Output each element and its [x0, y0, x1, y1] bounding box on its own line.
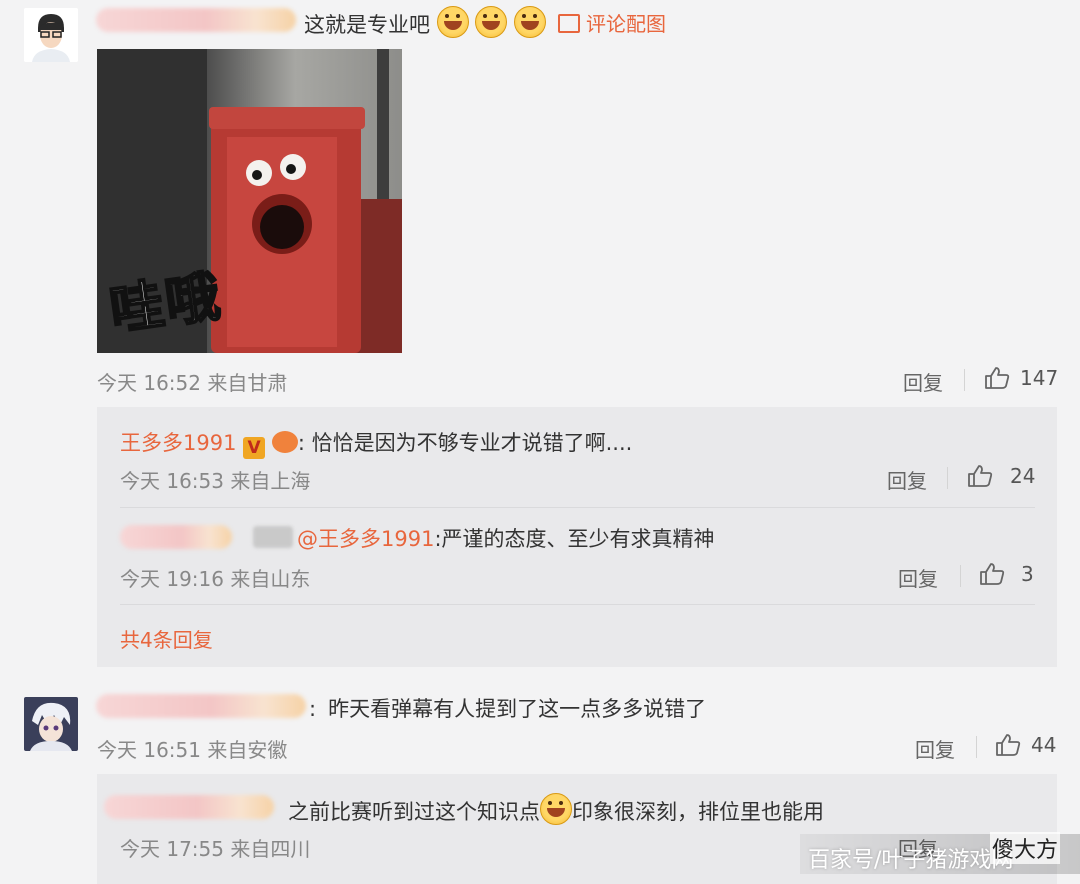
member-badge-icon [271, 431, 298, 453]
divider [960, 565, 961, 587]
comment-text: 这就是专业吧 [304, 6, 547, 39]
author-name-blurred[interactable] [96, 694, 306, 718]
thumb-up-icon[interactable] [984, 366, 1010, 394]
reply-author-blurred[interactable] [104, 795, 274, 819]
laugh-emoji-icon [540, 793, 572, 825]
like-count: 24 [1010, 464, 1036, 488]
smile-emoji-icon [514, 6, 547, 38]
comment-text: : 昨天看弹幕有人提到了这一点多多说错了 [309, 697, 707, 721]
divider [120, 604, 1035, 605]
divider [976, 736, 977, 758]
comment-meta: 今天 16:51 来自安徽 [97, 738, 288, 762]
verified-v-icon: V [243, 437, 266, 459]
reply-author[interactable]: 王多多1991 [120, 431, 236, 455]
like-count: 147 [1020, 366, 1059, 390]
reply-item: 王多多1991 V : 恰恰是因为不够专业才说错了啊.... [120, 431, 633, 459]
image-icon [558, 14, 580, 33]
reply-item: @王多多1991:严谨的态度、至少有求真精神 [297, 527, 715, 551]
reply-meta: 今天 19:16 来自山东 [120, 567, 311, 591]
reply-meta: 今天 17:55 来自四川 [120, 837, 311, 861]
reply-button[interactable]: 回复 [887, 465, 927, 494]
reply-button[interactable]: 回复 [915, 734, 955, 763]
avatar[interactable] [24, 697, 78, 751]
image-caption: 哇哦 [105, 263, 227, 343]
like-count: 3 [1021, 562, 1034, 586]
divider [120, 507, 1035, 508]
thumb-up-icon[interactable] [979, 562, 1005, 590]
reply-meta: 今天 16:53 来自上海 [120, 469, 311, 493]
reply-item: 之前比赛听到过这个知识点 印象很深刻，排位里也能用 [288, 793, 824, 826]
reply-button[interactable]: 回复 [903, 367, 943, 396]
comment-image-link[interactable]: 评论配图 [558, 8, 666, 37]
comment-meta: 今天 16:52 来自甘肃 [97, 371, 288, 395]
smile-emoji-icon [475, 6, 508, 38]
comment-image[interactable]: 哇哦 [97, 49, 402, 353]
thumb-up-icon[interactable] [967, 464, 993, 492]
mention-link[interactable]: @王多多1991 [297, 527, 434, 551]
watermark-logo: 傻大方 [990, 832, 1061, 864]
like-count: 44 [1031, 733, 1057, 757]
author-name-blurred[interactable] [96, 8, 296, 32]
reply-button[interactable]: 回复 [898, 563, 938, 592]
smile-emoji-icon [436, 6, 469, 38]
avatar[interactable] [24, 8, 78, 62]
watermark: 百家号/叶子猪游戏网 [808, 848, 1014, 873]
reply-author-blurred[interactable] [253, 526, 293, 548]
more-replies-link[interactable]: 共4条回复 [120, 624, 213, 653]
thumb-up-icon[interactable] [995, 733, 1021, 761]
divider [964, 369, 965, 391]
reply-author-blurred[interactable] [120, 525, 232, 549]
divider [947, 467, 948, 489]
